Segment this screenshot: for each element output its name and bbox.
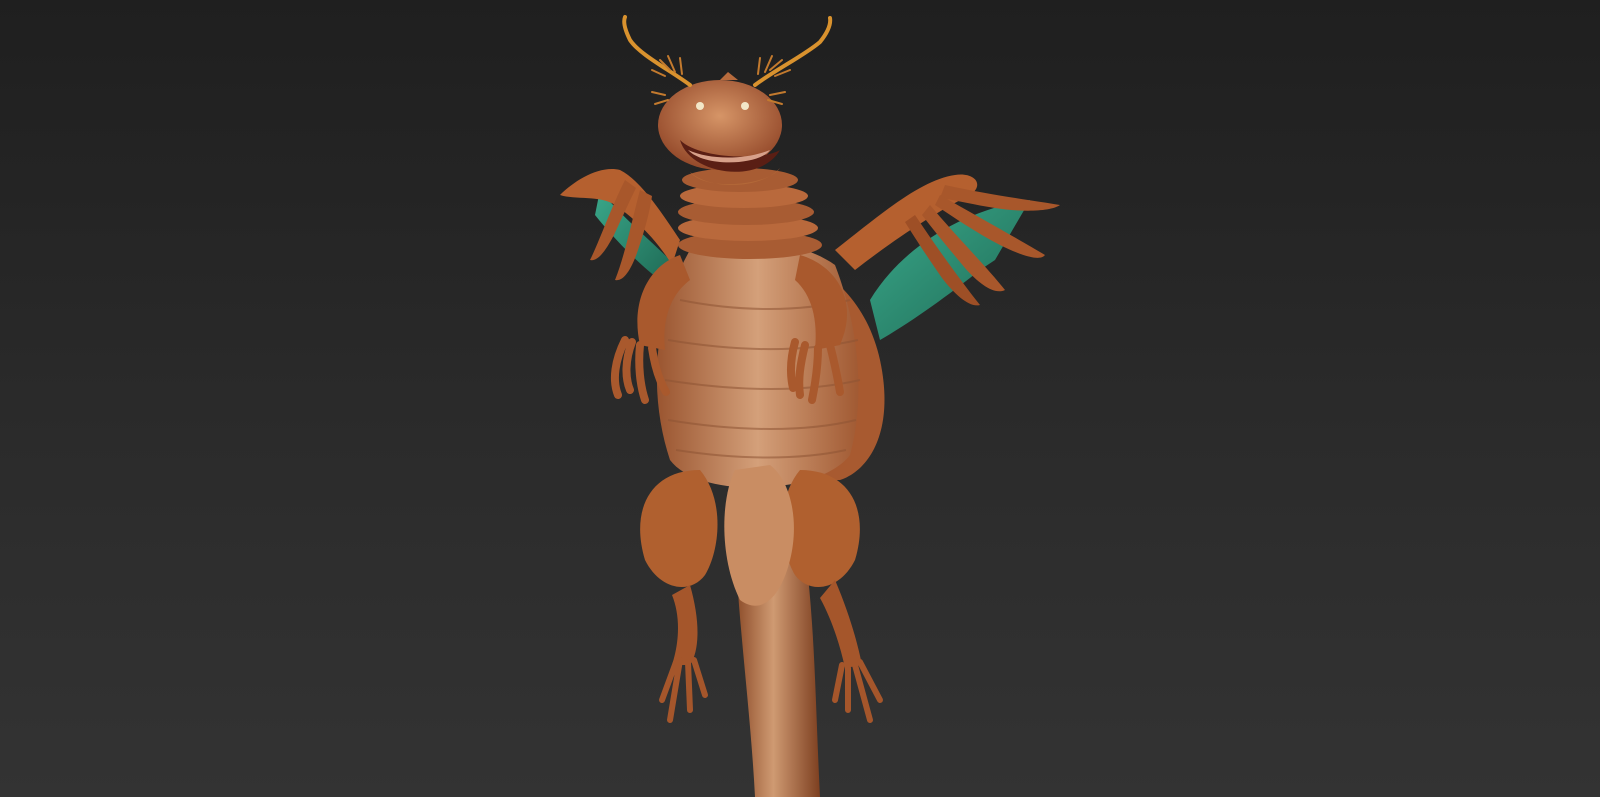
- right-eye-icon: [741, 102, 749, 110]
- neck-rings: [678, 168, 822, 259]
- render-viewport: [0, 0, 1600, 797]
- creature-sculpt-icon: [560, 15, 1060, 797]
- left-eye-icon: [696, 102, 704, 110]
- left-wing: [560, 169, 680, 281]
- head: [658, 72, 782, 186]
- left-leg: [640, 470, 718, 723]
